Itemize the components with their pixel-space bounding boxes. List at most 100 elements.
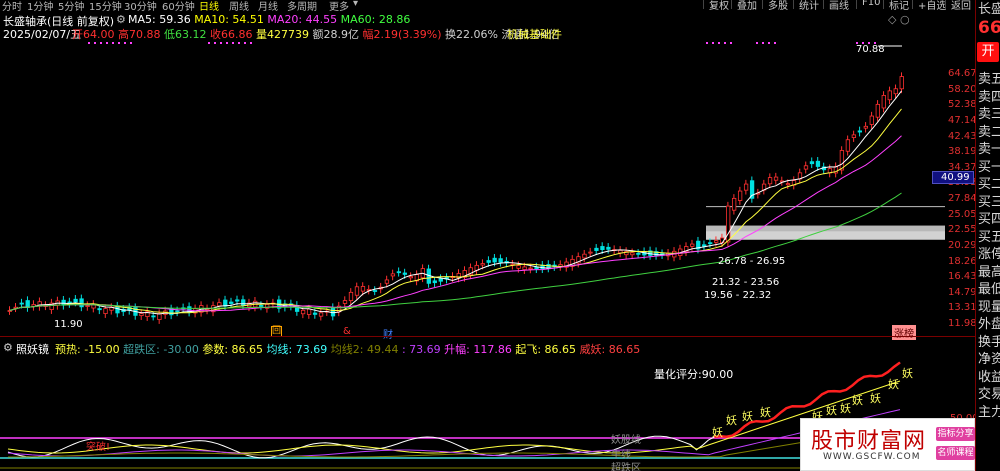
period-tab-10[interactable]: 更多	[329, 0, 349, 13]
quote-item-10: 涨停	[978, 247, 1000, 262]
top-marker-0-7	[130, 42, 132, 44]
candle-body-50	[306, 308, 312, 315]
demon-label-10: 妖	[888, 378, 899, 391]
period-tab-4[interactable]: 30分钟	[124, 0, 157, 13]
quote-item-8: 买四	[978, 212, 1000, 227]
price-tick-11: 20.29	[948, 239, 977, 251]
toolbar-button-6[interactable]: 标记	[883, 0, 909, 12]
price-tick-9: 25.05	[948, 208, 977, 220]
candle-body-65	[396, 271, 402, 274]
toolbar-button-4[interactable]: 画线	[823, 0, 849, 12]
price-tick-4: 42.43	[948, 130, 977, 142]
demon-line-label: 妖股线	[611, 435, 641, 446]
ma-value-1: MA10: 54.51	[194, 13, 268, 26]
price-tick-8: 27.84	[948, 193, 977, 204]
quote-item-19: 主力	[978, 404, 1000, 420]
candle-body-42	[259, 305, 264, 307]
top-marker-2-4	[730, 42, 732, 44]
top-marker-3-3	[774, 42, 776, 44]
period-tab-9[interactable]: 多周期	[287, 0, 317, 13]
demon-label-6: 妖	[826, 404, 837, 417]
price-tick-1: 58.20	[948, 83, 977, 95]
top-marker-2-3	[724, 42, 726, 44]
toolbar-button-7[interactable]: +自选	[912, 0, 946, 12]
period-tab-0[interactable]: 分时	[2, 0, 22, 13]
toolbar-button-5[interactable]: F10	[856, 0, 880, 9]
toolbar-button-0[interactable]: 复权	[703, 0, 729, 12]
top-marker-1-6	[244, 42, 246, 44]
candle-body-86	[522, 266, 527, 271]
top-marker-3-0	[756, 42, 758, 44]
quote-item-12: 最低	[978, 282, 1000, 297]
toolbar-button-2[interactable]: 多股	[762, 0, 788, 12]
quote-item-0: 卖五	[978, 72, 1000, 87]
toolbar-button-3[interactable]: 统计	[793, 0, 819, 12]
expand-icon[interactable]: ◇ ○	[888, 13, 910, 26]
candle-body-35	[217, 302, 222, 307]
top-marker-0-1	[94, 42, 96, 44]
quote-item-6: 买二	[978, 177, 1000, 192]
candle-body-122	[737, 190, 743, 201]
candle-body-85	[516, 265, 521, 269]
ma-value-2: MA20: 44.55	[267, 13, 341, 26]
candle-body-144	[869, 115, 874, 125]
quote-item-9: 买五	[978, 229, 1000, 245]
current-price-tag: 40.99	[932, 171, 974, 184]
period-tab-3[interactable]: 15分钟	[89, 0, 122, 13]
candle-body-57	[348, 291, 354, 302]
watermark-url: WWW.GSCFW.COM	[823, 452, 921, 462]
candle-body-96	[582, 253, 587, 259]
demon-label-8: 妖	[852, 394, 863, 407]
tag-teacher-course[interactable]: 名师课程	[936, 446, 975, 460]
score-label: 量化评分:90.00	[654, 368, 734, 381]
top-marker-1-0	[208, 42, 210, 44]
quote-item-7: 买三	[978, 194, 1000, 210]
period-tab-5[interactable]: 60分钟	[162, 0, 195, 13]
open-button[interactable]: 开	[977, 42, 999, 62]
candle-body-59	[360, 286, 366, 292]
candle-body-141	[851, 134, 857, 138]
candle-body-120	[726, 205, 731, 243]
candle-body-102	[618, 249, 623, 254]
candle-body-13	[85, 305, 90, 307]
period-toolbar: 分时 1分钟 5分钟 15分钟 30分钟 60分钟 日线 周线 月线 多周期 更多 ▾ 复权 叠加 多股 统计…	[0, 0, 975, 13]
quote-item-17: 收益	[978, 369, 1000, 385]
period-tab-1[interactable]: 1分钟	[27, 0, 53, 13]
period-tab-2[interactable]: 5分钟	[58, 0, 84, 13]
candle-body-63	[384, 279, 390, 284]
candle-body-148	[893, 88, 898, 95]
price-tick-10: 22.55	[948, 224, 977, 236]
toolbar-button-8[interactable]: 返回	[945, 0, 971, 12]
candle-body-123	[743, 183, 749, 191]
candlestick-chart[interactable]	[0, 36, 945, 336]
candle-body-118	[714, 240, 719, 243]
candle-body-25	[157, 313, 162, 320]
more-dropdown-icon[interactable]: ▾	[353, 0, 358, 9]
period-tab-6[interactable]: 日线	[199, 0, 219, 13]
quote-item-5: 买一	[978, 159, 1000, 175]
settings-icon[interactable]: ⚙	[116, 13, 126, 26]
candle-body-3	[25, 300, 30, 308]
price-tick-12: 18.26	[948, 255, 977, 267]
demon-label-0: 妖	[712, 426, 723, 439]
candle-body-24	[151, 315, 156, 318]
period-tab-7[interactable]: 周线	[229, 0, 249, 13]
range-annotation-3: 19.56 - 22.32	[704, 290, 772, 301]
tag-indicator-share[interactable]: 指标分享	[936, 427, 975, 441]
candle-body-54	[330, 307, 336, 317]
quote-item-16: 净资	[978, 352, 1000, 367]
top-marker-2-1	[712, 42, 714, 44]
quote-item-13: 现量	[978, 299, 1000, 315]
candle-body-82	[498, 258, 503, 263]
period-tab-8[interactable]: 月线	[258, 0, 278, 13]
ma-value-0: MA5: 59.36	[128, 13, 195, 26]
price-tick-14: 14.79	[948, 286, 977, 298]
top-marker-1-4	[232, 42, 234, 44]
resistance-zone-2	[706, 231, 945, 240]
watermark: 股市财富网 WWW.GSCFW.COM 指标分享 名师课程	[800, 418, 975, 471]
top-marker-1-5	[238, 42, 240, 44]
candle-body-11	[73, 298, 78, 303]
toolbar-button-1[interactable]: 叠加	[731, 0, 757, 12]
top-marker-2-0	[706, 42, 708, 44]
top-marker-0-6	[124, 42, 126, 44]
